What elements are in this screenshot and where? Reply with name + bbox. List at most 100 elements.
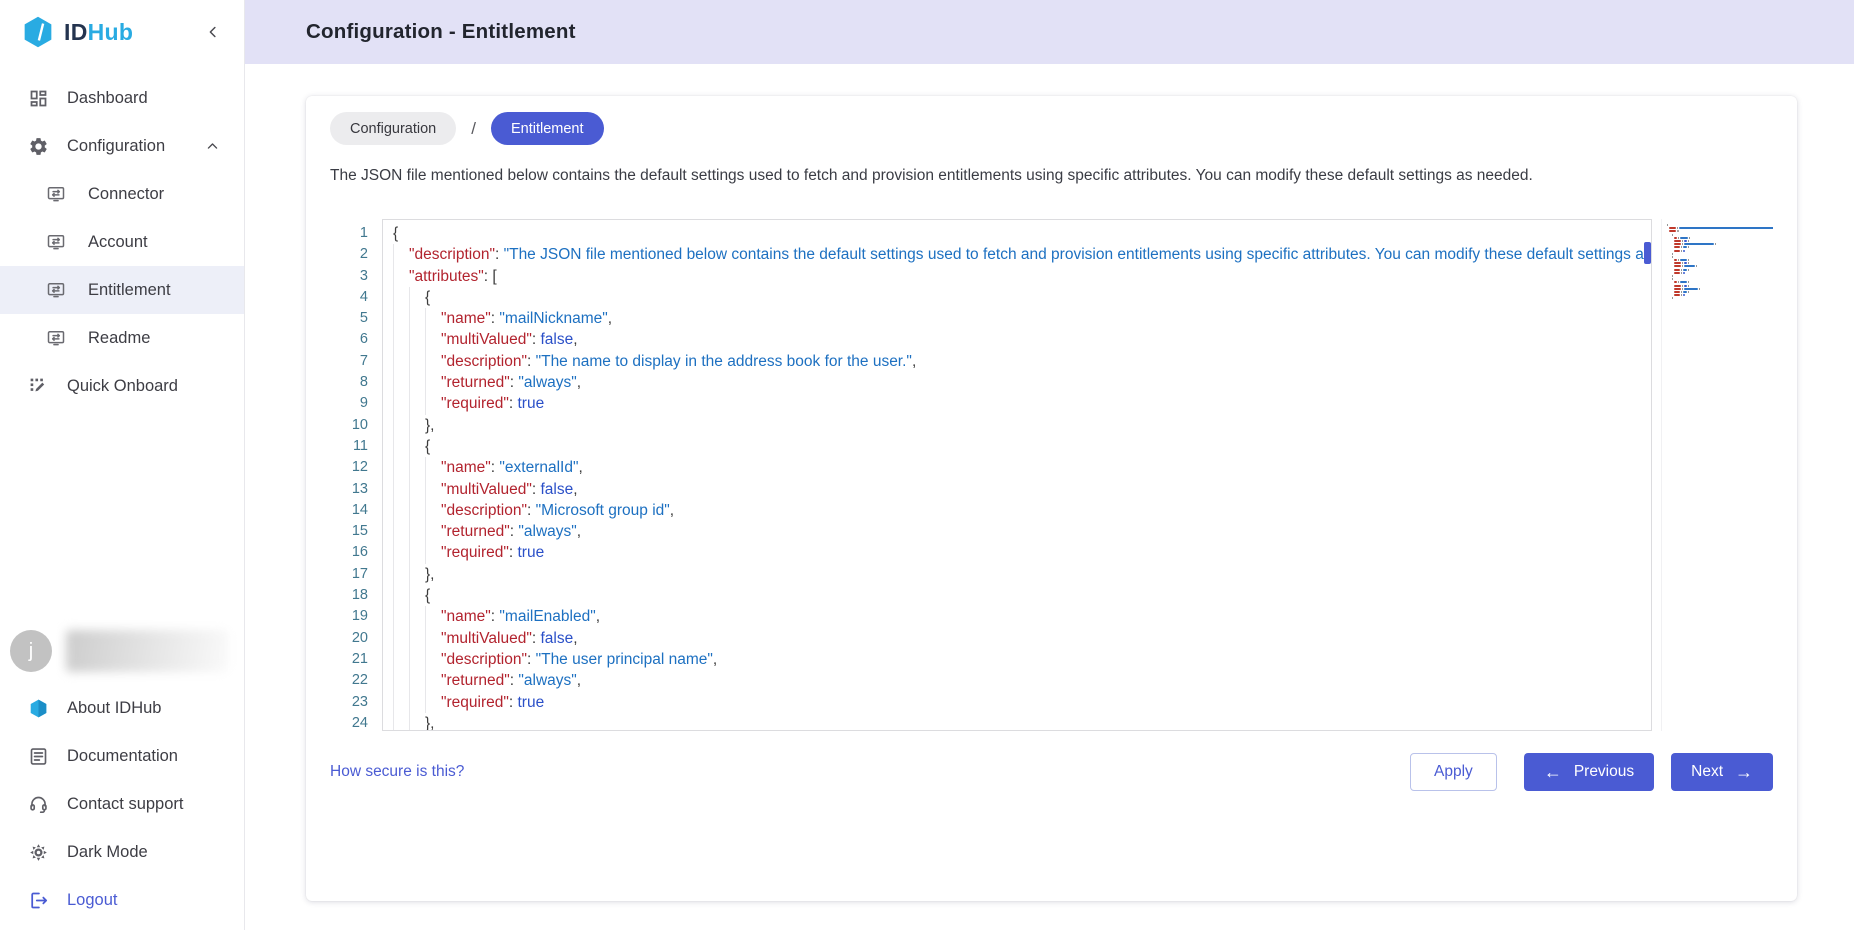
- minimap-line: [1667, 237, 1773, 239]
- next-button[interactable]: Next →: [1671, 753, 1773, 791]
- sidebar-item-label: Quick Onboard: [67, 377, 178, 396]
- minimap-line: [1667, 240, 1773, 242]
- line-number: 14: [330, 500, 368, 521]
- code-line[interactable]: "multiValued": false,: [393, 329, 1645, 350]
- account-screen-icon: [46, 232, 66, 252]
- line-number: 24: [330, 713, 368, 734]
- code-line[interactable]: {: [393, 436, 1645, 457]
- minimap-line: [1667, 243, 1773, 245]
- code-line[interactable]: "multiValued": false,: [393, 479, 1645, 500]
- indent-guide: [393, 713, 425, 731]
- sidebar-spacer: [0, 410, 244, 618]
- code-line[interactable]: "returned": "always",: [393, 670, 1645, 691]
- sidebar-collapse-button[interactable]: [202, 21, 224, 43]
- minimap-line: [1667, 272, 1773, 274]
- how-secure-link[interactable]: How secure is this?: [330, 763, 464, 781]
- sidebar-item-label: Configuration: [67, 137, 165, 156]
- code-line[interactable]: },: [393, 713, 1645, 731]
- sidebar-item-label: Contact support: [67, 795, 183, 814]
- indent-guide: [393, 351, 441, 372]
- code-line[interactable]: "description": "Microsoft group id",: [393, 500, 1645, 521]
- chevron-left-icon: [204, 23, 222, 41]
- minimap-line: [1667, 250, 1773, 252]
- previous-button[interactable]: ← Previous: [1524, 753, 1654, 791]
- logo-text: IDHub: [64, 19, 133, 46]
- code-line[interactable]: "required": true: [393, 542, 1645, 563]
- chevron-up-icon: [205, 139, 220, 154]
- code-line[interactable]: "name": "mailNickname",: [393, 308, 1645, 329]
- line-number: 23: [330, 692, 368, 713]
- indent-guide: [393, 628, 441, 649]
- sidebar-item-about-idhub[interactable]: About IDHub: [0, 684, 244, 732]
- sidebar-item-logout[interactable]: Logout: [0, 876, 244, 924]
- indent-guide: [393, 692, 441, 713]
- minimap-line: [1667, 256, 1773, 258]
- scrollbar-marker[interactable]: [1644, 242, 1651, 264]
- code-line[interactable]: },: [393, 415, 1645, 436]
- minimap-line: [1667, 269, 1773, 271]
- gear-icon: [28, 136, 49, 157]
- code-line[interactable]: "description": "The JSON file mentioned …: [393, 244, 1645, 265]
- sidebar-item-quick-onboard[interactable]: Quick Onboard: [0, 362, 244, 410]
- code-line[interactable]: "returned": "always",: [393, 521, 1645, 542]
- breadcrumb-chip-configuration[interactable]: Configuration: [330, 112, 456, 145]
- code-line[interactable]: "attributes": [: [393, 266, 1645, 287]
- code-line[interactable]: },: [393, 564, 1645, 585]
- minimap-line: [1667, 285, 1773, 287]
- sidebar-item-connector[interactable]: Connector: [0, 170, 244, 218]
- code-line[interactable]: "name": "externalId",: [393, 457, 1645, 478]
- avatar[interactable]: j: [10, 630, 52, 672]
- editor-code-area[interactable]: {"description": "The JSON file mentioned…: [382, 219, 1652, 731]
- apply-button[interactable]: Apply: [1410, 753, 1497, 791]
- sidebar-item-readme[interactable]: Readme: [0, 314, 244, 362]
- indent-guide: [393, 287, 425, 308]
- indent-guide: [393, 266, 409, 287]
- idhub-hexagon-icon: [28, 698, 49, 719]
- sidebar-item-account[interactable]: Account: [0, 218, 244, 266]
- line-number: 2: [330, 244, 368, 265]
- line-number: 21: [330, 649, 368, 670]
- line-number: 15: [330, 521, 368, 542]
- indent-guide: [393, 329, 441, 350]
- json-editor[interactable]: 123456789101112131415161718192021222324 …: [330, 219, 1773, 731]
- sidebar-item-configuration[interactable]: Configuration: [0, 122, 244, 170]
- editor-minimap[interactable]: [1661, 219, 1773, 731]
- code-line[interactable]: "multiValued": false,: [393, 628, 1645, 649]
- sidebar-item-dashboard[interactable]: Dashboard: [0, 74, 244, 122]
- sidebar-item-label: Account: [88, 233, 148, 252]
- code-line[interactable]: "description": "The name to display in t…: [393, 351, 1645, 372]
- minimap-line: [1667, 265, 1773, 267]
- readme-screen-icon: [46, 328, 66, 348]
- logo-row: IDHub: [0, 0, 244, 64]
- dashboard-icon: [28, 88, 49, 109]
- minimap-line: [1667, 234, 1773, 236]
- sidebar-item-documentation[interactable]: Documentation: [0, 732, 244, 780]
- connector-screen-icon: [46, 184, 66, 204]
- sidebar-nav: Dashboard Configuration Connector Accoun…: [0, 64, 244, 410]
- sidebar-item-dark-mode[interactable]: Dark Mode: [0, 828, 244, 876]
- breadcrumb: Configuration / Entitlement: [330, 112, 1773, 145]
- user-name-redacted: [66, 630, 228, 672]
- code-line[interactable]: "description": "The user principal name"…: [393, 649, 1645, 670]
- code-line[interactable]: {: [393, 223, 1645, 244]
- sidebar-item-label: Dashboard: [67, 89, 148, 108]
- code-line[interactable]: "name": "mailEnabled",: [393, 606, 1645, 627]
- minimap-line: [1667, 227, 1773, 229]
- arrow-right-icon: →: [1735, 763, 1753, 781]
- code-line[interactable]: "returned": "always",: [393, 372, 1645, 393]
- code-line[interactable]: "required": true: [393, 692, 1645, 713]
- line-number: 20: [330, 628, 368, 649]
- sidebar: IDHub Dashboard Configuration Connector …: [0, 0, 245, 930]
- user-row[interactable]: j: [0, 618, 244, 684]
- code-line[interactable]: {: [393, 585, 1645, 606]
- logout-icon: [28, 890, 49, 911]
- minimap-line: [1667, 288, 1773, 290]
- indent-guide: [393, 436, 425, 457]
- code-line[interactable]: "required": true: [393, 393, 1645, 414]
- sidebar-item-contact-support[interactable]: Contact support: [0, 780, 244, 828]
- breadcrumb-chip-entitlement[interactable]: Entitlement: [491, 112, 604, 145]
- sidebar-item-entitlement[interactable]: Entitlement: [0, 266, 244, 314]
- code-line[interactable]: {: [393, 287, 1645, 308]
- settings-description: The JSON file mentioned below contains t…: [330, 167, 1773, 185]
- sidebar-item-label: Connector: [88, 185, 164, 204]
